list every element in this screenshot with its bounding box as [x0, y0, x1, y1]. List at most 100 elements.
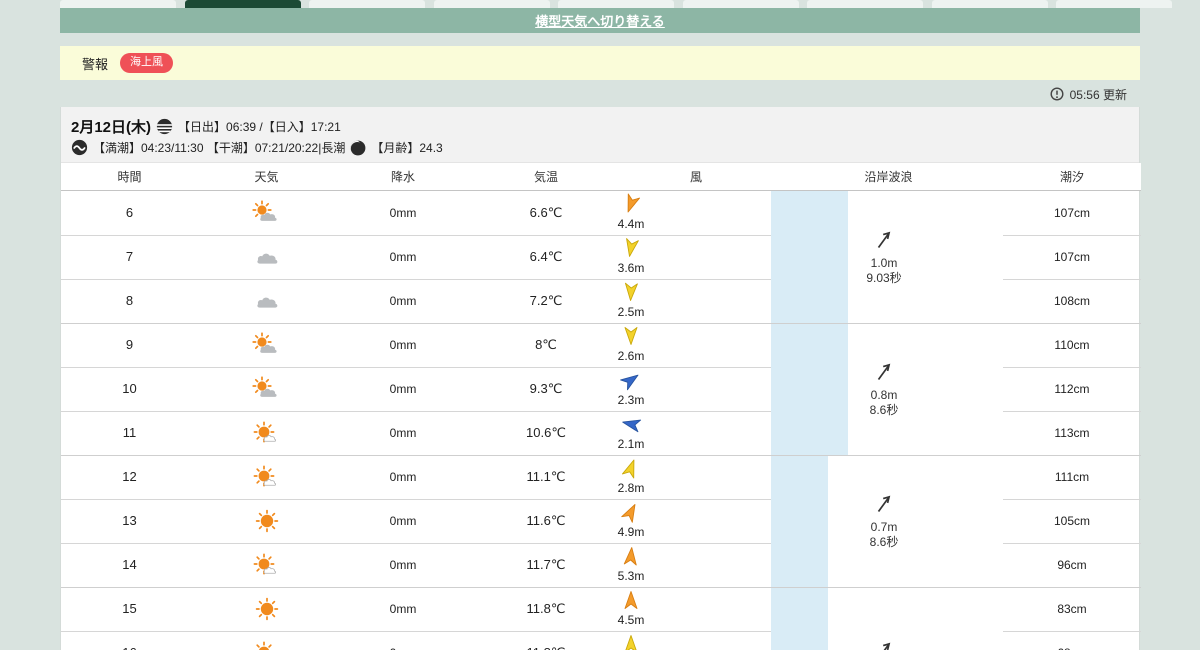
row-divider: [61, 631, 771, 632]
time-cell: 11: [122, 425, 137, 440]
top-tab[interactable]: [1056, 0, 1172, 8]
row-divider: [61, 367, 771, 368]
time-cell: 8: [125, 293, 134, 308]
tide-cell: 111cm: [1054, 470, 1090, 484]
precip-cell: 0mm: [389, 250, 417, 264]
wind-direction-icon: [621, 238, 641, 263]
wind-direction-icon: [621, 502, 641, 527]
row-divider: [1003, 499, 1141, 500]
top-tab-active[interactable]: [184, 0, 301, 8]
wind-speed: 2.8m: [617, 481, 645, 495]
wind-direction-icon: [621, 282, 641, 307]
wind-cell: 3.6m: [601, 235, 661, 279]
time-cell: 6: [125, 205, 134, 220]
precip-cell: 0mm: [389, 514, 417, 528]
wind-speed: 3.6m: [617, 261, 645, 275]
table-rows: 6 0mm 6.6℃ 4.4m 107cm 7 0mm 6.4℃ 3.6m 107cm 8 0mm…: [61, 191, 1141, 650]
row-divider: [1003, 543, 1141, 544]
table-header: 時間 天気 降水 気温 風 沿岸波浪 潮汐: [61, 163, 1141, 191]
col-header-temp: 気温: [533, 170, 558, 184]
col-header-tide: 潮汐: [1059, 170, 1084, 184]
temp-cell: 11.7℃: [526, 557, 566, 572]
wave-direction-icon: [873, 229, 895, 256]
temp-cell: 6.4℃: [529, 249, 563, 264]
tide-cell: 112cm: [1054, 382, 1090, 396]
wind-direction-icon: [621, 193, 641, 219]
col-header-waves: 沿岸波浪: [864, 170, 913, 184]
top-tabs-strip: [0, 0, 1200, 8]
wave-height: 1.0m: [870, 255, 898, 270]
wind-direction-icon: [621, 590, 641, 615]
warning-bar: 警報 海上風: [60, 46, 1140, 80]
moon-age: 【月齢】24.3: [371, 141, 443, 155]
temp-cell: 8℃: [535, 337, 557, 352]
row-divider: [61, 543, 771, 544]
precip-cell: 0mm: [389, 294, 417, 308]
time-cell: 13: [122, 513, 137, 528]
row-divider: [61, 499, 771, 500]
wind-speed: 5.3m: [617, 569, 645, 583]
top-tab[interactable]: [682, 0, 799, 8]
wave-period: 8.6秒: [869, 402, 899, 417]
wind-cell: [601, 631, 661, 650]
weather-icon-sun-cloud: [198, 323, 335, 367]
precip-cell: 0mm: [389, 602, 417, 616]
temp-cell: 11.8℃: [526, 601, 566, 616]
wave-period: 9.03秒: [866, 270, 902, 285]
time-cell: 14: [122, 557, 137, 572]
col-header-time: 時間: [117, 170, 142, 184]
wind-cell: 2.3m: [601, 367, 661, 411]
wind-cell: 4.9m: [601, 499, 661, 543]
wave-group-cell: 0.8m 8.6秒: [819, 323, 949, 455]
precip-cell: 0mm: [389, 470, 417, 484]
tide-cell: 107cm: [1053, 250, 1091, 264]
sunrise-sunset-icon: [156, 118, 173, 135]
wave-group-cell: 1.0m 9.03秒: [819, 191, 949, 323]
group-divider: [61, 455, 1141, 456]
warning-badge-sea-wind[interactable]: 海上風: [120, 53, 174, 73]
top-tab[interactable]: [558, 0, 674, 8]
top-tab[interactable]: [433, 0, 550, 8]
warning-label: 警報: [82, 56, 109, 72]
temp-cell: 7.2℃: [529, 293, 563, 308]
wind-speed: 2.3m: [617, 393, 645, 407]
temp-cell: 9.3℃: [529, 381, 563, 396]
weather-icon-sun-cloud-small: [198, 631, 335, 650]
tide-cell: 108cm: [1053, 294, 1091, 308]
top-tab[interactable]: [60, 0, 176, 8]
top-tab[interactable]: [309, 0, 425, 8]
row-divider: [1003, 411, 1141, 412]
precip-cell: 0mm: [389, 558, 417, 572]
temp-cell: 10.6℃: [526, 425, 566, 440]
temp-cell: 11.1℃: [526, 469, 566, 484]
temp-cell: 11.6℃: [526, 513, 566, 528]
top-tab[interactable]: [931, 0, 1048, 8]
precip-cell: 0mm: [389, 382, 417, 396]
top-tab[interactable]: [807, 0, 923, 8]
wave-height: 0.7m: [870, 519, 898, 534]
precip-cell: 0mm: [389, 338, 417, 352]
wave-direction-icon: [873, 361, 895, 388]
wind-speed: 4.9m: [617, 525, 645, 539]
tide-cell: 83cm: [1057, 602, 1087, 616]
switch-to-horizontal-link[interactable]: 横型天気へ切り替える: [535, 11, 665, 30]
wind-cell: 2.8m: [601, 455, 661, 499]
group-divider: [61, 323, 1141, 324]
wind-direction-icon: [621, 546, 641, 571]
tide-cell: 113cm: [1054, 426, 1090, 440]
time-cell: 12: [122, 469, 137, 484]
wind-direction-icon: [621, 414, 642, 439]
weather-icon-cloud: [198, 279, 335, 323]
row-divider: [1003, 235, 1141, 236]
date-label: 2月12日(木): [71, 119, 152, 136]
wind-speed: 4.5m: [617, 613, 645, 627]
precip-cell: 0mm: [335, 631, 471, 650]
wave-direction-icon: [873, 493, 895, 520]
tide-cell: 107cm: [1053, 206, 1091, 220]
row-divider: [61, 235, 771, 236]
tide-cell: 96cm: [1057, 558, 1087, 572]
precip-cell: 0mm: [389, 206, 417, 220]
wind-speed: 2.1m: [617, 437, 645, 451]
time-cell: 9: [125, 337, 134, 352]
temp-cell: 11.8℃: [471, 631, 621, 650]
